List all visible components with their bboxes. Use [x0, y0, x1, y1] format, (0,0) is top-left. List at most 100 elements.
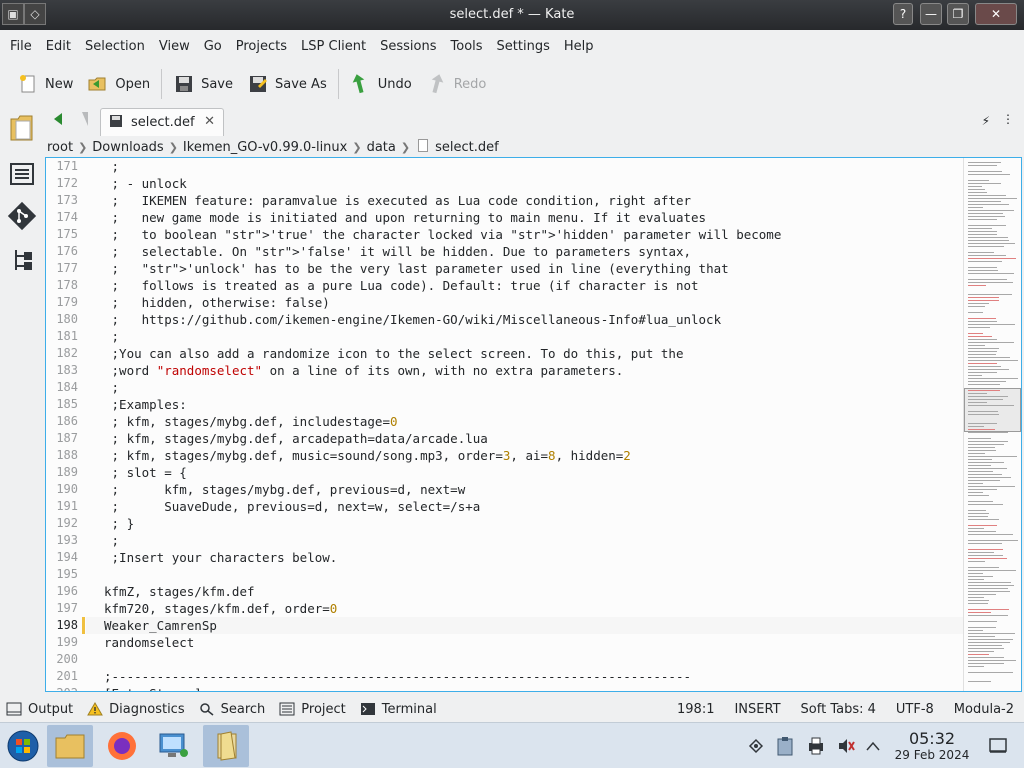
menu-go[interactable]: Go	[197, 39, 229, 54]
code-line[interactable]: ;Examples:	[104, 396, 964, 413]
code-line[interactable]	[104, 566, 964, 583]
taskbar-system-monitor[interactable]	[151, 725, 197, 767]
code-line[interactable]: ; slot = {	[104, 464, 964, 481]
documents-icon[interactable]	[6, 112, 38, 144]
clock[interactable]: 05:32 29 Feb 2024	[890, 730, 974, 763]
open-button[interactable]: Open	[80, 67, 157, 101]
new-button[interactable]: New	[10, 67, 80, 101]
diagnostics-button[interactable]: Diagnostics	[81, 702, 192, 717]
project-tree-icon[interactable]	[6, 244, 38, 276]
minimize-button[interactable]: —	[920, 3, 942, 25]
breadcrumb-file[interactable]: select.def	[432, 140, 502, 155]
search-button[interactable]: Search	[193, 702, 274, 717]
symbols-list-icon[interactable]	[6, 158, 38, 190]
line-number: 180	[56, 312, 78, 326]
minimap-line	[968, 585, 1014, 586]
forward-arrow-icon[interactable]	[78, 111, 90, 131]
volume-muted-icon[interactable]	[835, 735, 857, 757]
code-line[interactable]: ; - unlock	[104, 175, 964, 192]
close-tab-icon[interactable]: ✕	[204, 114, 215, 129]
menu-lsp-client[interactable]: LSP Client	[294, 39, 373, 54]
save-as-button[interactable]: Save As	[240, 67, 334, 101]
minimap-line	[968, 183, 1001, 184]
encoding-setting[interactable]: UTF-8	[886, 702, 944, 717]
code-line[interactable]: ; https://github.com/ikemen-engine/Ikeme…	[104, 311, 964, 328]
code-line[interactable]: ; IKEMEN feature: paramvalue is executed…	[104, 192, 964, 209]
code-line[interactable]: ; kfm, stages/mybg.def, music=sound/song…	[104, 447, 964, 464]
cursor-position[interactable]: 198:1	[667, 702, 724, 717]
close-button[interactable]: ✕	[975, 3, 1017, 25]
code-line[interactable]	[104, 651, 964, 668]
taskbar-kate[interactable]	[203, 725, 249, 767]
code-line[interactable]: ; follows is treated as a pure Lua code)…	[104, 277, 964, 294]
code-line[interactable]: ;You can also add a randomize icon to th…	[104, 345, 964, 362]
menu-tools[interactable]: Tools	[444, 39, 490, 54]
network-icon[interactable]	[745, 735, 767, 757]
code-line[interactable]: kfm720, stages/kfm.def, order=0	[104, 600, 964, 617]
input-mode[interactable]: INSERT	[724, 702, 790, 717]
undo-button[interactable]: Undo	[343, 67, 419, 101]
menu-edit[interactable]: Edit	[39, 39, 78, 54]
help-button[interactable]: ?	[893, 3, 913, 25]
editor-view[interactable]: 171 172 173 174 175 176 177 178 179 180 181 182 183 1…	[45, 157, 1022, 692]
code-line[interactable]: ;---------------------------------------…	[104, 668, 964, 685]
code-line[interactable]: Weaker_CamrenSp	[104, 617, 964, 634]
clipboard-icon[interactable]	[774, 735, 796, 757]
save-button[interactable]: Save	[166, 67, 240, 101]
code-line[interactable]: randomselect	[104, 634, 964, 651]
breadcrumb-data[interactable]: data	[364, 140, 399, 155]
taskbar-file-manager[interactable]	[47, 725, 93, 767]
minimap-line	[968, 450, 996, 451]
tab-menu-icon[interactable]: ⋮	[1002, 112, 1014, 126]
code-line[interactable]: ; to boolean "str">'true' the character …	[104, 226, 964, 243]
menu-help[interactable]: Help	[557, 39, 601, 54]
menu-view[interactable]: View	[152, 39, 197, 54]
indentation-setting[interactable]: Soft Tabs: 4	[791, 702, 886, 717]
breadcrumb-ikemen[interactable]: Ikemen_GO-v0.99.0-linux	[180, 140, 350, 155]
code-line[interactable]: ; kfm, stages/mybg.def, includestage=0	[104, 413, 964, 430]
tray-expand-icon[interactable]	[862, 735, 884, 757]
code-line[interactable]: ; new game mode is initiated and upon re…	[104, 209, 964, 226]
code-line[interactable]: ;Insert your characters below.	[104, 549, 964, 566]
code-line[interactable]: ; }	[104, 515, 964, 532]
maximize-button[interactable]: ❐	[947, 3, 969, 25]
code-line[interactable]: ;	[104, 158, 964, 175]
minimap[interactable]	[963, 158, 1021, 691]
code-line[interactable]: ; selectable. On "str">'false' it will b…	[104, 243, 964, 260]
code-line[interactable]: [ExtraStages]	[104, 685, 964, 691]
output-button[interactable]: Output	[0, 702, 81, 717]
code-line[interactable]: ; hidden, otherwise: false)	[104, 294, 964, 311]
menu-selection[interactable]: Selection	[78, 39, 152, 54]
syntax-mode[interactable]: Modula-2	[944, 702, 1024, 717]
breadcrumb-downloads[interactable]: Downloads	[89, 140, 166, 155]
show-desktop-icon[interactable]	[987, 735, 1009, 757]
start-button[interactable]	[0, 725, 46, 767]
code-text[interactable]: ; ; - unlock ; IKEMEN feature: paramvalu…	[104, 158, 964, 691]
breadcrumb-root[interactable]: root	[44, 140, 76, 155]
printer-icon[interactable]	[805, 735, 827, 757]
code-line[interactable]: ;	[104, 379, 964, 396]
code-line[interactable]: kfmZ, stages/kfm.def	[104, 583, 964, 600]
taskbar-firefox[interactable]	[99, 725, 145, 767]
menu-settings[interactable]: Settings	[490, 39, 557, 54]
code-line[interactable]: ; kfm, stages/mybg.def, arcadepath=data/…	[104, 430, 964, 447]
code-line[interactable]: ; "str">'unlock' has to be the very last…	[104, 260, 964, 277]
project-button[interactable]: Project	[273, 702, 353, 717]
menu-projects[interactable]: Projects	[229, 39, 294, 54]
line-number: 172	[56, 176, 78, 190]
tab-select-def[interactable]: select.def ✕	[100, 108, 224, 136]
line-number: 177	[56, 261, 78, 275]
pin-icon[interactable]: ⚡	[982, 114, 990, 128]
git-icon[interactable]	[6, 200, 38, 232]
redo-button[interactable]: Redo	[419, 67, 494, 101]
code-line[interactable]: ;word "randomselect" on a line of its ow…	[104, 362, 964, 379]
code-line[interactable]: ;	[104, 328, 964, 345]
code-line[interactable]: ; SuaveDude, previous=d, next=w, select=…	[104, 498, 964, 515]
code-line[interactable]: ;	[104, 532, 964, 549]
back-arrow-icon[interactable]	[52, 112, 64, 130]
code-line[interactable]: ; kfm, stages/mybg.def, previous=d, next…	[104, 481, 964, 498]
terminal-button[interactable]: Terminal	[354, 702, 445, 717]
menu-sessions[interactable]: Sessions	[373, 39, 443, 54]
menu-file[interactable]: File	[3, 39, 39, 54]
minimap-line	[968, 336, 992, 337]
